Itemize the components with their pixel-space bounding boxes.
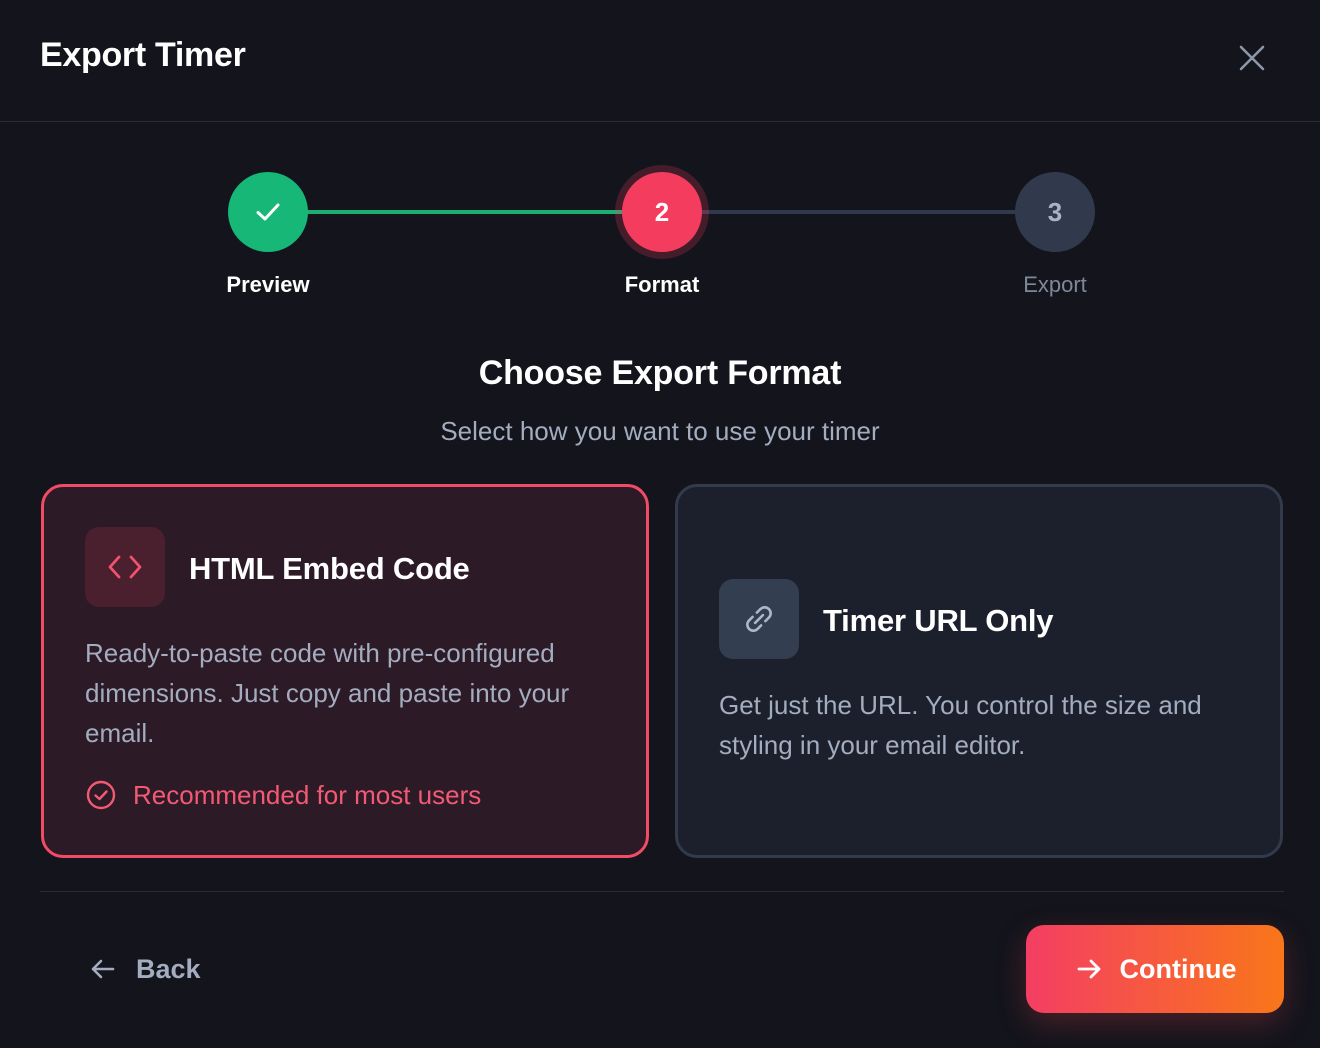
progress-stepper: 2 3 Preview Format Export <box>0 122 1320 322</box>
option-card-html-embed[interactable]: HTML Embed Code Ready-to-paste code with… <box>41 484 649 858</box>
code-icon <box>108 555 142 579</box>
recommended-text: Recommended for most users <box>133 779 482 810</box>
step-preview-label: Preview <box>226 272 310 297</box>
footer-divider <box>40 891 1284 892</box>
recommended-badge: Recommended for most users <box>85 779 481 811</box>
step-format-indicator: 2 <box>622 172 702 252</box>
step-format-label: Format <box>624 272 700 297</box>
close-icon <box>1239 45 1265 71</box>
continue-label: Continue <box>1119 953 1237 984</box>
option-title: HTML Embed Code <box>189 551 470 586</box>
option-description: Ready-to-paste code with pre-configured … <box>85 638 570 748</box>
option-description: Get just the URL. You control the size a… <box>719 690 1202 760</box>
dialog-title: Export Timer <box>40 36 246 74</box>
dialog-header: Export Timer <box>0 0 1320 122</box>
option-title: Timer URL Only <box>823 603 1054 638</box>
section-subtitle: Select how you want to use your timer <box>440 416 880 446</box>
continue-button[interactable]: Continue <box>1026 925 1284 1013</box>
close-button[interactable] <box>1232 38 1272 78</box>
step-export-label: Export <box>1023 272 1087 297</box>
step-export-indicator: 3 <box>1015 172 1095 252</box>
back-button[interactable]: Back <box>88 945 201 993</box>
check-icon <box>256 203 280 221</box>
arrow-left-icon <box>88 954 120 984</box>
section-title: Choose Export Format <box>478 354 842 392</box>
code-icon-tile <box>85 527 165 607</box>
step-preview-indicator <box>228 172 308 252</box>
step-connector-completed <box>268 210 662 214</box>
option-card-timer-url[interactable]: Timer URL Only Get just the URL. You con… <box>675 484 1283 858</box>
check-circle-icon <box>85 779 117 811</box>
export-timer-dialog: Export Timer 2 3 Preview Format Export C… <box>0 0 1320 1048</box>
step-connector-upcoming <box>662 210 1056 214</box>
link-icon-tile <box>719 579 799 659</box>
back-label: Back <box>136 953 201 984</box>
arrow-right-icon <box>1074 954 1106 984</box>
link-icon <box>746 606 772 632</box>
